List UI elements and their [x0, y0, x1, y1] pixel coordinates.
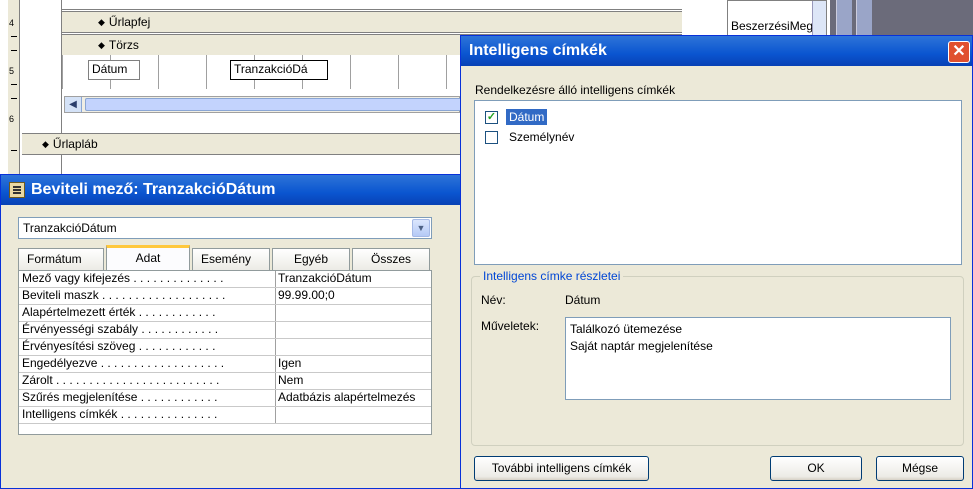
- actions-label: Műveletek:: [481, 319, 540, 333]
- property-value[interactable]: [275, 407, 431, 423]
- horizontal-scrollbar[interactable]: ◀: [64, 96, 525, 113]
- textbox-tranzakcio-datum[interactable]: TranzakcióDá: [230, 60, 328, 80]
- background-bar: [836, 0, 852, 40]
- property-row[interactable]: Mező vagy kifejezés . . . . . . . . . . …: [19, 271, 431, 288]
- property-value[interactable]: [275, 339, 431, 355]
- label-datum[interactable]: Dátum: [88, 60, 140, 80]
- property-row[interactable]: Zárolt . . . . . . . . . . . . . . . . .…: [19, 373, 431, 390]
- property-value[interactable]: [275, 322, 431, 338]
- vertical-ruler: 4 5 6: [8, 0, 20, 180]
- dialog-title: Intelligens címkék: [469, 42, 607, 59]
- ruler-number-5: 5: [9, 66, 15, 76]
- property-sheet-titlebar[interactable]: Beviteli mező: TranzakcióDátum: [1, 175, 464, 205]
- object-selector-value: TranzakcióDátum: [23, 221, 117, 235]
- property-name: Érvényességi szabály . . . . . . . . . .…: [22, 322, 219, 336]
- property-row[interactable]: Érvényesítési szöveg . . . . . . . . . .…: [19, 339, 431, 356]
- section-arrow-icon: ◆: [98, 16, 105, 27]
- tab-egyeb[interactable]: Egyéb: [272, 248, 350, 270]
- property-value[interactable]: Adatbázis alapértelmezés: [275, 390, 431, 406]
- property-name: Zárolt . . . . . . . . . . . . . . . . .…: [22, 373, 220, 387]
- property-name: Szűrés megjelenítése . . . . . . . . . .…: [22, 390, 218, 404]
- available-tags-label: Rendelkezésre álló intelligens címkék: [475, 83, 676, 97]
- ruler-tick: [11, 98, 17, 99]
- property-value[interactable]: Igen: [275, 356, 431, 372]
- property-name: Érvényesítési szöveg . . . . . . . . . .…: [22, 339, 216, 353]
- section-header-bar[interactable]: ◆ Űrlapfej: [62, 11, 682, 33]
- header-area: [62, 0, 682, 10]
- section-footer-label: Űrlapláb: [52, 137, 98, 151]
- property-name: Engedélyezve . . . . . . . . . . . . . .…: [22, 356, 225, 370]
- background-window: [830, 0, 973, 40]
- property-row[interactable]: Érvényességi szabály . . . . . . . . . .…: [19, 322, 431, 339]
- checkbox-unchecked-icon[interactable]: [485, 130, 498, 144]
- property-row-smart-tags[interactable]: Intelligens címkék . . . . . . . . . . .…: [19, 407, 431, 424]
- action-item: Találkozó ütemezése: [570, 322, 683, 336]
- property-row[interactable]: Alapértelmezett érték . . . . . . . . . …: [19, 305, 431, 322]
- cancel-button[interactable]: Mégse: [876, 456, 964, 481]
- dialog-titlebar[interactable]: Intelligens címkék ✕: [461, 36, 972, 66]
- tag-label-szemelynev[interactable]: Személynév: [506, 129, 577, 145]
- field-list[interactable]: BeszerzésiMeg: [727, 0, 827, 41]
- property-row[interactable]: Beviteli maszk . . . . . . . . . . . . .…: [19, 288, 431, 305]
- tab-esemeny[interactable]: Esemény: [192, 248, 270, 270]
- list-item[interactable]: ✓ Dátum: [475, 107, 961, 127]
- property-name: Beviteli maszk . . . . . . . . . . . . .…: [22, 288, 226, 302]
- name-label: Név:: [481, 293, 506, 307]
- property-value[interactable]: [275, 305, 431, 321]
- object-selector[interactable]: TranzakcióDátum ▼: [18, 217, 432, 239]
- property-sheet-window: Beviteli mező: TranzakcióDátum Tranzakci…: [0, 174, 465, 489]
- ruler-number-4: 4: [9, 18, 15, 28]
- section-detail-label: Törzs: [108, 38, 139, 52]
- chevron-down-icon[interactable]: ▼: [412, 219, 430, 237]
- name-value: Dátum: [565, 293, 601, 307]
- property-grid: Mező vagy kifejezés . . . . . . . . . . …: [18, 270, 432, 435]
- property-row[interactable]: Szűrés megjelenítése . . . . . . . . . .…: [19, 390, 431, 407]
- tag-details-group: Intelligens címke részletei Név: Dátum M…: [471, 269, 964, 446]
- section-arrow-icon: ◆: [42, 138, 49, 149]
- scroll-thumb[interactable]: [85, 98, 525, 111]
- property-name: Intelligens címkék . . . . . . . . . . .…: [22, 407, 218, 421]
- action-item: Saját naptár megjelenítése: [570, 339, 713, 353]
- ruler-tick: [11, 50, 17, 51]
- tab-adat[interactable]: Adat: [106, 245, 190, 270]
- ruler-tick: [11, 150, 17, 151]
- property-name: Mező vagy kifejezés . . . . . . . . . . …: [22, 271, 224, 285]
- property-value[interactable]: TranzakcióDátum: [275, 271, 431, 287]
- tab-osszes[interactable]: Összes: [352, 248, 430, 270]
- property-value[interactable]: 99.99.00;0: [275, 288, 431, 304]
- actions-list: Találkozó ütemezése Saját naptár megjele…: [565, 317, 951, 400]
- section-arrow-icon: ◆: [98, 39, 105, 50]
- property-sheet-icon: [9, 182, 25, 198]
- ruler-tick: [11, 84, 17, 85]
- tab-formatum[interactable]: Formátum: [18, 248, 104, 270]
- smart-tag-list: ✓ Dátum Személynév: [474, 100, 962, 265]
- close-icon[interactable]: ✕: [948, 41, 970, 63]
- property-sheet-title: Beviteli mező: TranzakcióDátum: [31, 181, 276, 198]
- property-name: Alapértelmezett érték . . . . . . . . . …: [22, 305, 216, 319]
- tag-label-datum[interactable]: Dátum: [506, 109, 548, 125]
- checkbox-checked-icon[interactable]: ✓: [485, 110, 498, 124]
- ruler-number-6: 6: [9, 114, 15, 124]
- property-row[interactable]: Engedélyezve . . . . . . . . . . . . . .…: [19, 356, 431, 373]
- property-tabs: Formátum Adat Esemény Egyéb Összes: [18, 245, 432, 270]
- tag-details-legend: Intelligens címke részletei: [480, 269, 624, 283]
- ruler-tick: [11, 36, 17, 37]
- ok-button[interactable]: OK: [770, 456, 862, 481]
- smart-tags-dialog: Intelligens címkék ✕ Rendelkezésre álló …: [460, 35, 973, 489]
- section-header-label: Űrlapfej: [108, 15, 151, 29]
- more-smart-tags-button[interactable]: További intelligens címkék: [474, 456, 649, 481]
- background-bar: [856, 0, 872, 40]
- scroll-left-icon[interactable]: ◀: [65, 97, 82, 112]
- property-value[interactable]: Nem: [275, 373, 431, 389]
- list-item[interactable]: Személynév: [475, 127, 961, 147]
